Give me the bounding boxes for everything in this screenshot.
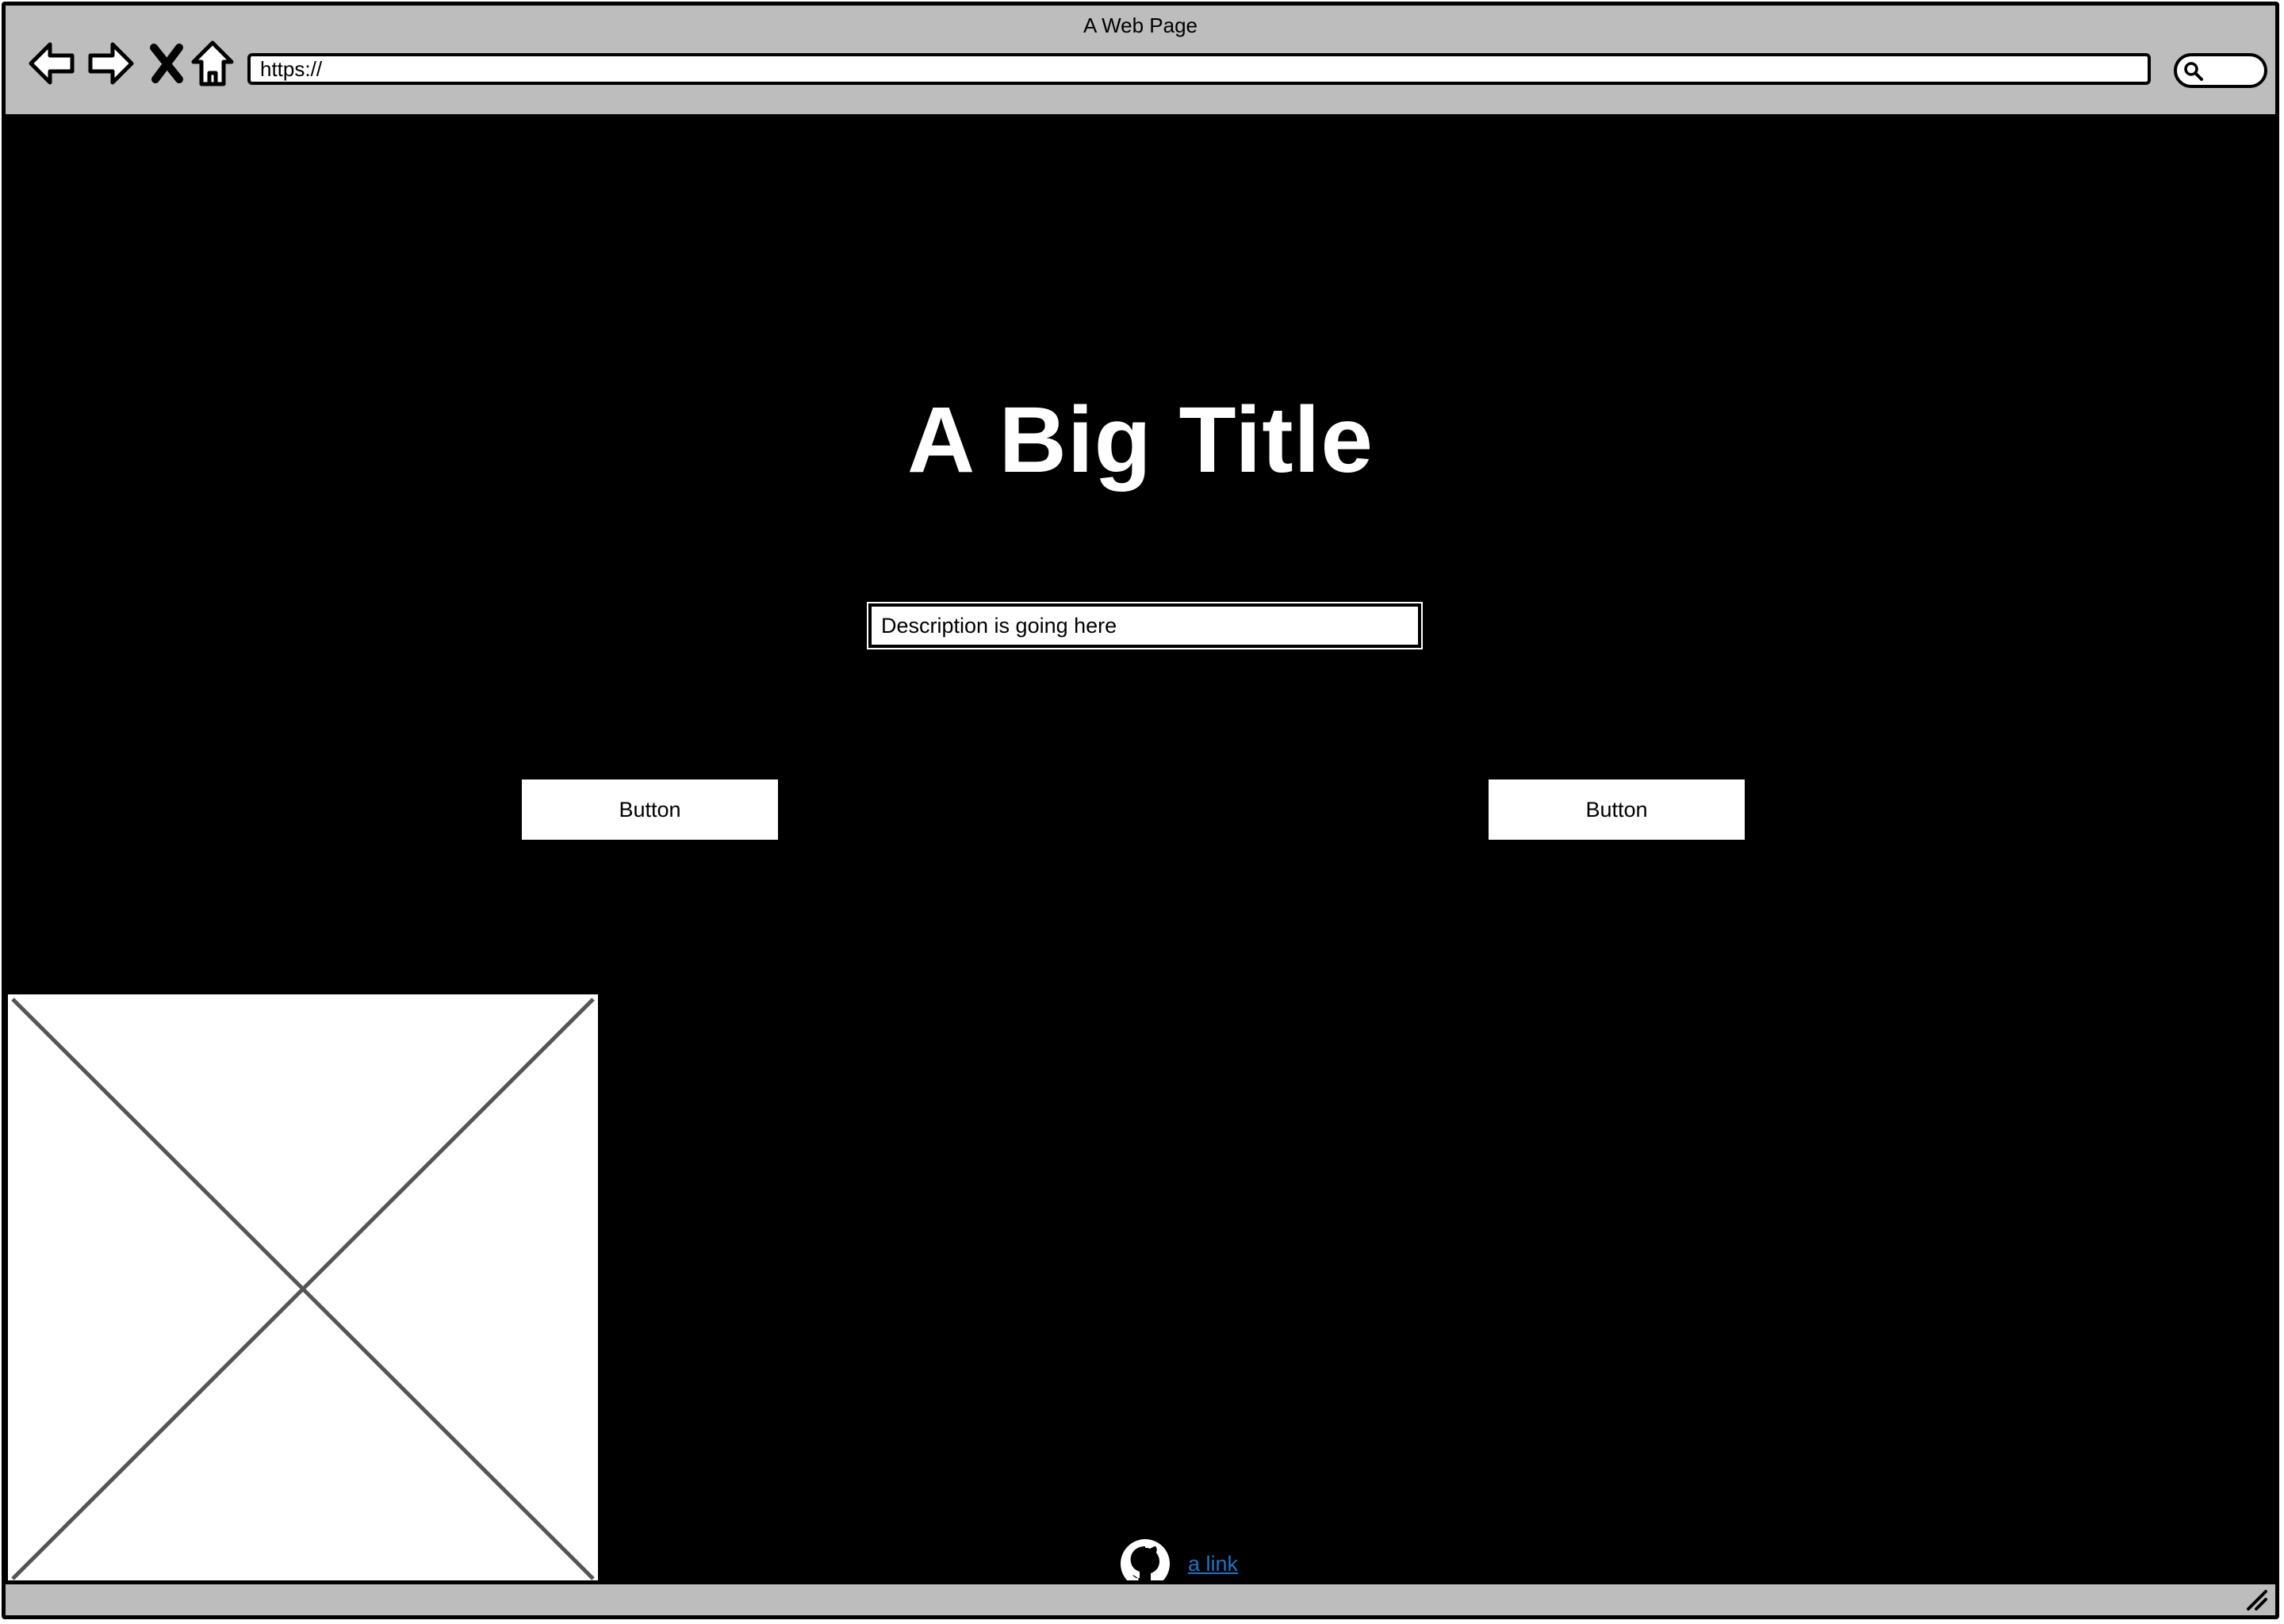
page-title: A Big Title	[907, 388, 1374, 492]
resize-grip-icon[interactable]	[2245, 1588, 2269, 1612]
forward-arrow-icon	[88, 42, 134, 85]
search-field[interactable]	[2174, 53, 2267, 88]
image-placeholder-icon	[11, 998, 595, 1580]
home-button[interactable]	[186, 37, 239, 90]
right-button[interactable]: Button	[1489, 779, 1745, 840]
image-placeholder	[6, 992, 600, 1586]
close-icon	[150, 44, 183, 83]
status-bar	[6, 1580, 2275, 1615]
description-field[interactable]: Description is going here	[867, 602, 1423, 649]
search-icon	[2184, 62, 2203, 81]
window-title: A Web Page	[1083, 13, 1198, 37]
stop-button[interactable]	[140, 37, 193, 90]
back-arrow-icon	[29, 42, 75, 85]
home-icon	[191, 40, 234, 86]
left-button[interactable]: Button	[522, 779, 778, 840]
browser-toolbar: A Web Page https://	[6, 6, 2275, 118]
browser-window: A Web Page https:// A Big Title Descript…	[2, 2, 2279, 1619]
footer-link[interactable]: a link	[1188, 1552, 1238, 1576]
back-button[interactable]	[25, 37, 78, 90]
address-bar[interactable]: https://	[247, 53, 2151, 85]
forward-button[interactable]	[85, 37, 137, 90]
